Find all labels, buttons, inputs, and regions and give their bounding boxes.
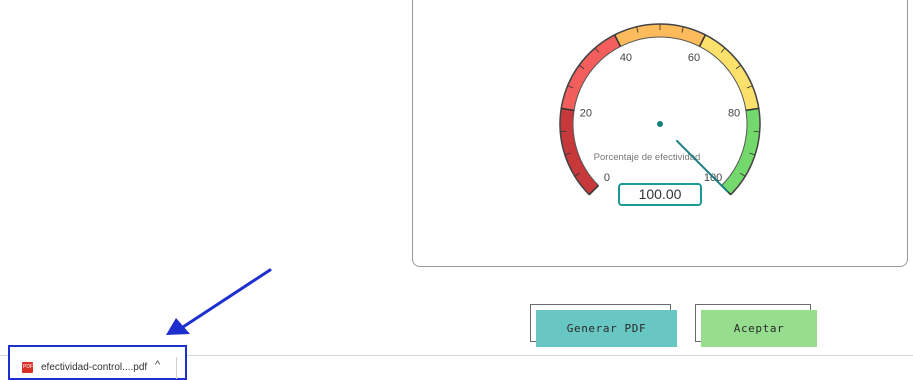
- annotation-arrow: [166, 268, 272, 335]
- arrow-line: [181, 268, 272, 329]
